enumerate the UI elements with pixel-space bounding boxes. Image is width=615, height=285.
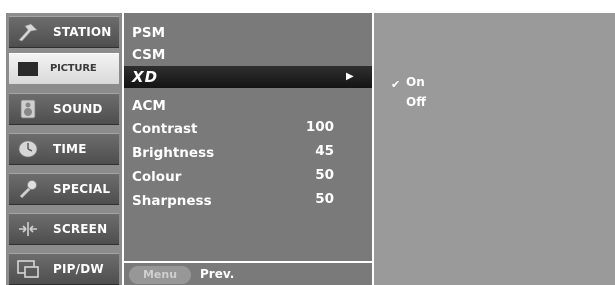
picture-icon bbox=[17, 59, 39, 79]
sidebar-item-label: PICTURE bbox=[50, 63, 97, 74]
menu-item-psm[interactable]: PSM bbox=[132, 23, 165, 43]
sidebar-item-label: PIP/DW bbox=[53, 262, 104, 276]
submenu-option-on[interactable]: On bbox=[406, 73, 425, 91]
menu-item-csm[interactable]: CSM bbox=[132, 45, 165, 65]
colour-value: 50 bbox=[315, 167, 334, 183]
menu-item-acm[interactable]: ACM bbox=[132, 96, 166, 116]
sidebar-item-time[interactable]: TIME bbox=[9, 133, 119, 165]
special-icon bbox=[17, 179, 39, 199]
sidebar-item-label: SOUND bbox=[53, 102, 103, 116]
submenu-arrow-icon: ▶ bbox=[346, 71, 354, 82]
checkmark-icon: ✔ bbox=[391, 78, 401, 91]
menu-item-label: CSM bbox=[132, 47, 166, 63]
picture-menu-panel: PSM CSM XD ▶ ACM Contrast 100 Brightness… bbox=[124, 13, 372, 261]
sharpness-value: 50 bbox=[315, 191, 334, 207]
sidebar-item-pip-dw[interactable]: PIP/DW bbox=[9, 253, 119, 285]
sidebar-item-picture[interactable]: PICTURE bbox=[9, 53, 119, 85]
sidebar-item-label: STATION bbox=[53, 25, 112, 39]
menu-item-label: ACM bbox=[132, 98, 166, 114]
menu-key-button[interactable]: Menu bbox=[129, 266, 191, 284]
xd-submenu-panel: ✔ On Off bbox=[374, 13, 615, 285]
category-sidebar: STATION PICTURE SOUND TIME SPECIAL SCREE… bbox=[6, 13, 122, 285]
sidebar-item-sound[interactable]: SOUND bbox=[9, 93, 119, 125]
sidebar-item-screen[interactable]: SCREEN bbox=[9, 213, 119, 245]
help-bar: Menu Prev. bbox=[124, 263, 372, 285]
sidebar-item-special[interactable]: SPECIAL bbox=[9, 173, 119, 205]
sound-icon bbox=[17, 99, 39, 119]
menu-item-label: XD bbox=[132, 68, 159, 86]
tv-osd-screen: STATION PICTURE SOUND TIME SPECIAL SCREE… bbox=[0, 0, 615, 285]
sidebar-item-label: TIME bbox=[53, 142, 87, 156]
screen-icon bbox=[17, 219, 39, 239]
brightness-value: 45 bbox=[315, 143, 334, 159]
contrast-value: 100 bbox=[305, 119, 334, 135]
sidebar-item-station[interactable]: STATION bbox=[9, 16, 119, 48]
station-icon bbox=[17, 22, 39, 42]
menu-item-xd[interactable]: XD ▶ bbox=[124, 66, 372, 88]
sidebar-item-label: SCREEN bbox=[53, 222, 108, 236]
menu-item-label: PSM bbox=[132, 25, 166, 41]
time-icon bbox=[17, 139, 39, 159]
pip-icon bbox=[17, 259, 39, 279]
prev-label: Prev. bbox=[200, 267, 235, 281]
sidebar-item-label: SPECIAL bbox=[53, 182, 111, 196]
option-label: On bbox=[406, 75, 425, 89]
submenu-option-off[interactable]: Off bbox=[406, 93, 426, 111]
option-label: Off bbox=[406, 95, 426, 109]
